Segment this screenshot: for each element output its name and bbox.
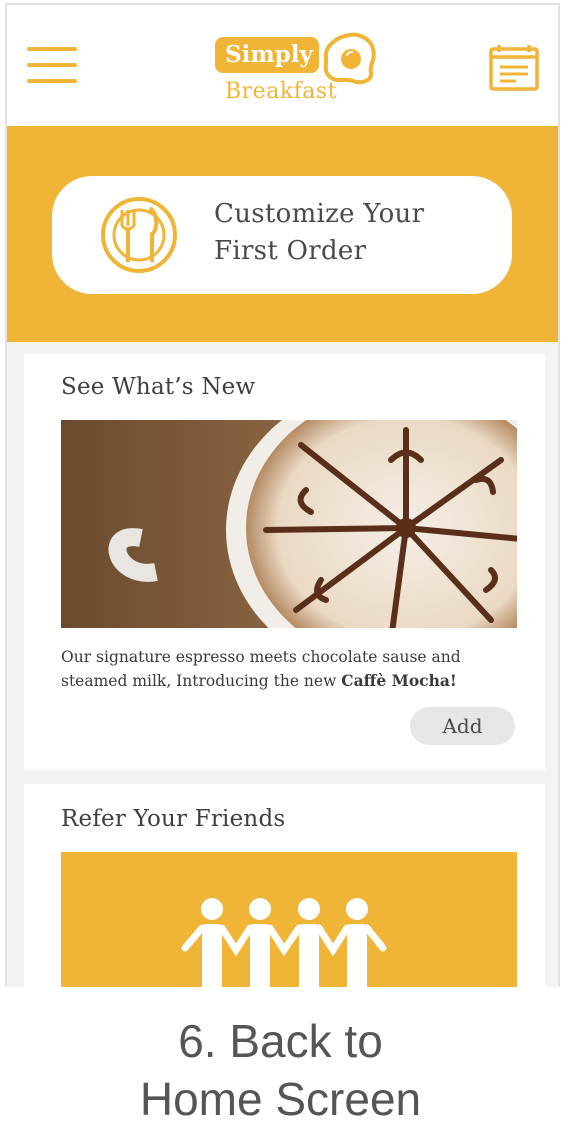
refer-friends-card: Refer Your Friends	[24, 784, 545, 987]
refer-friends-title: Refer Your Friends	[61, 806, 286, 832]
refer-friends-banner[interactable]	[61, 852, 517, 987]
app-logo[interactable]: Simply Breakfast	[213, 31, 378, 109]
caption-line-2: Home Screen	[139, 1073, 422, 1125]
hamburger-menu-icon[interactable]	[27, 45, 79, 85]
step-caption: 6. Back to Home Screen	[0, 1012, 561, 1128]
customize-order-label: Customize Your First Order	[214, 196, 454, 270]
people-holding-hands-icon	[181, 898, 387, 987]
app-header: Simply Breakfast	[7, 5, 558, 126]
promo-banner: Customize Your First Order	[7, 126, 558, 342]
caption-line-1: 6. Back to	[178, 1015, 383, 1067]
whats-new-description: Our signature espresso meets chocolate s…	[61, 646, 511, 693]
phone-screen: Simply Breakfast Customize Your First Or…	[5, 3, 560, 987]
logo-simply-text: Simply	[215, 37, 319, 73]
whats-new-title: See What’s New	[61, 374, 256, 400]
add-button[interactable]: Add	[410, 707, 515, 745]
plate-fork-knife-icon	[101, 197, 177, 273]
description-product-name: Caffè Mocha!	[341, 671, 457, 690]
calendar-icon[interactable]	[489, 43, 539, 91]
whats-new-card: See What’s New Our signature espresso me…	[24, 354, 545, 770]
logo-breakfast-text: Breakfast	[225, 79, 338, 104]
fried-egg-icon	[323, 32, 376, 85]
cta-line-2: First Order	[214, 236, 367, 266]
customize-order-button[interactable]: Customize Your First Order	[52, 176, 512, 294]
cta-line-1: Customize Your	[214, 199, 425, 229]
caffe-mocha-image[interactable]	[61, 420, 517, 628]
